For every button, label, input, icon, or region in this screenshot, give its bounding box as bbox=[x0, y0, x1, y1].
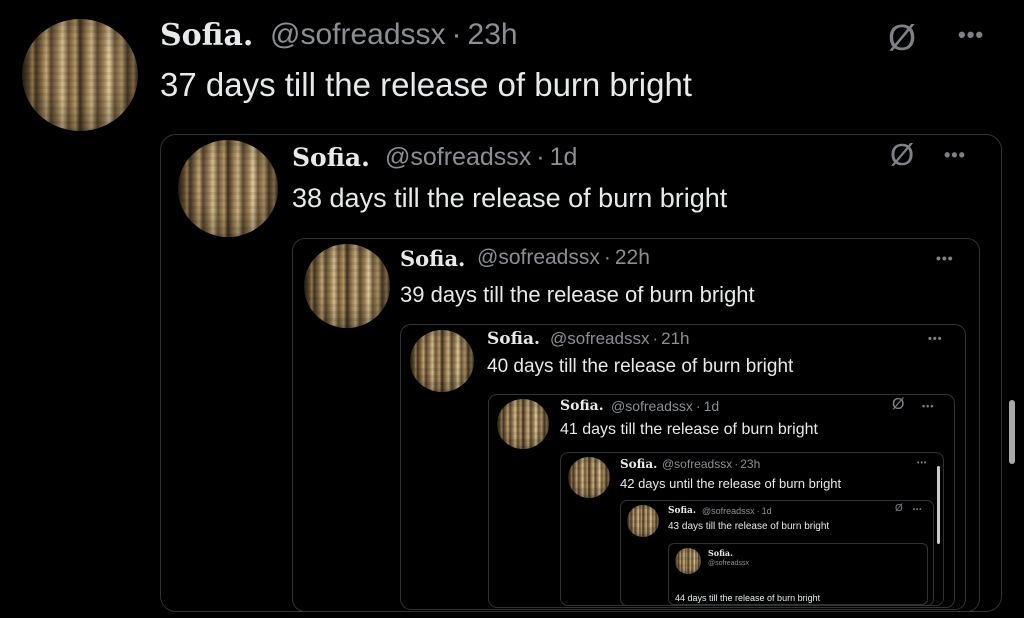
timestamp[interactable]: 1d bbox=[762, 506, 772, 516]
display-name[interactable]: Sofia. bbox=[668, 506, 696, 516]
timestamp[interactable]: 1d bbox=[550, 143, 578, 171]
tweet-text: 41 days till the release of burn bright bbox=[560, 421, 818, 438]
separator: · bbox=[756, 506, 760, 516]
avatar[interactable] bbox=[22, 19, 138, 131]
separator: · bbox=[695, 398, 701, 414]
display-name[interactable]: Sofia. bbox=[400, 246, 465, 271]
avatar[interactable] bbox=[497, 399, 549, 449]
grok-slash-icon[interactable]: Ø bbox=[892, 396, 904, 414]
handle[interactable]: @sofreadssx bbox=[270, 18, 446, 51]
handle-time: @sofreadssx · 1d bbox=[385, 143, 577, 172]
avatar[interactable] bbox=[304, 244, 390, 328]
tweet-text: 38 days till the release of burn bright bbox=[292, 183, 728, 213]
display-name[interactable]: Sofia. bbox=[620, 457, 657, 471]
avatar[interactable] bbox=[568, 457, 610, 498]
handle-time: @sofreadssx · 22h bbox=[477, 246, 650, 270]
more-icon[interactable]: ••• bbox=[936, 250, 954, 266]
more-icon[interactable]: ••• bbox=[958, 22, 984, 48]
separator: · bbox=[734, 457, 739, 471]
tweet-text: 40 days till the release of burn bright bbox=[487, 356, 794, 377]
more-icon[interactable]: ••• bbox=[928, 333, 943, 345]
handle-time: @sofreadssx · 21h bbox=[550, 329, 690, 349]
avatar[interactable] bbox=[410, 330, 474, 392]
timestamp[interactable]: 22h bbox=[615, 246, 650, 269]
handle-time: @sofreadssx · 1d bbox=[702, 506, 772, 516]
more-icon[interactable]: ••• bbox=[922, 401, 934, 411]
handle-time: @sofreadssx · 1d bbox=[611, 398, 719, 414]
tweet-text: 44 days till the release of burn bright bbox=[675, 593, 821, 603]
inner-scrollbar[interactable] bbox=[937, 466, 940, 544]
display-name[interactable]: Sofia. bbox=[487, 329, 540, 349]
display-name[interactable]: Sofia. bbox=[708, 548, 733, 558]
handle[interactable]: @sofreadssx bbox=[611, 398, 693, 414]
avatar[interactable] bbox=[627, 505, 659, 537]
tweet-text: 43 days till the release of burn bright bbox=[668, 521, 830, 532]
timestamp[interactable]: 1d bbox=[704, 398, 720, 414]
timestamp[interactable]: 21h bbox=[661, 329, 689, 348]
handle[interactable]: @sofreadssx bbox=[662, 457, 732, 471]
display-name[interactable]: Sofia. bbox=[292, 143, 370, 172]
tweet-text: 37 days till the release of burn bright bbox=[160, 66, 692, 103]
separator: · bbox=[536, 143, 545, 171]
more-icon[interactable]: ••• bbox=[917, 460, 927, 467]
handle[interactable]: @sofreadssx bbox=[550, 329, 649, 348]
tweet-text: 42 days until the release of burn bright bbox=[620, 476, 842, 491]
handle-time: @sofreadssx · 23h bbox=[662, 457, 760, 471]
handle[interactable]: @sofreadssx bbox=[702, 506, 755, 516]
handle-time: @sofreadssx · 23h bbox=[270, 18, 518, 52]
grok-slash-icon[interactable]: Ø bbox=[895, 503, 903, 514]
page-scrollbar[interactable] bbox=[1009, 400, 1015, 464]
display-name[interactable]: Sofia. bbox=[160, 18, 253, 53]
handle[interactable]: @sofreadssx bbox=[385, 143, 531, 171]
separator: · bbox=[451, 18, 462, 51]
timestamp[interactable]: 23h bbox=[740, 457, 760, 471]
avatar[interactable] bbox=[178, 140, 278, 237]
handle[interactable]: @sofreadssx bbox=[477, 246, 600, 269]
separator: · bbox=[652, 329, 659, 348]
timestamp[interactable]: 23h bbox=[468, 18, 518, 51]
avatar[interactable] bbox=[675, 548, 701, 574]
grok-slash-icon[interactable]: Ø bbox=[888, 17, 916, 59]
tweet-text: 39 days till the release of burn bright bbox=[400, 282, 755, 307]
grok-slash-icon[interactable]: Ø bbox=[890, 137, 914, 173]
separator: · bbox=[603, 246, 611, 269]
more-icon[interactable]: ••• bbox=[944, 145, 966, 166]
more-icon[interactable]: ••• bbox=[913, 507, 922, 513]
handle[interactable]: @sofreadssx bbox=[708, 560, 749, 567]
display-name[interactable]: Sofia. bbox=[560, 398, 604, 414]
